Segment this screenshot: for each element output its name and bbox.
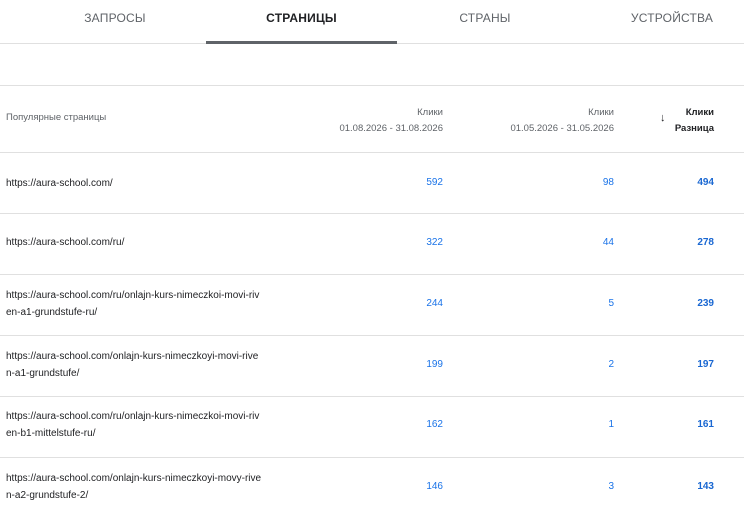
column-header-clicks-current[interactable]: Клики 01.08.2026 - 31.08.2026 — [320, 105, 443, 137]
row-clicks-current: 244 — [426, 298, 443, 309]
column-header-clicks-previous[interactable]: Клики 01.05.2026 - 31.05.2026 — [490, 105, 614, 137]
column-header-clicks-previous-range: 01.05.2026 - 31.05.2026 — [510, 123, 614, 134]
column-header-clicks-diff[interactable]: Клики Разница — [672, 105, 714, 137]
row-clicks-previous: 44 — [602, 237, 614, 248]
column-header-diff-label: Клики — [685, 107, 714, 118]
table-row[interactable]: https://aura-school.com/onlajn-kurs-nime… — [0, 458, 744, 512]
row-clicks-previous: 2 — [608, 359, 614, 370]
table-row[interactable]: https://aura-school.com/ru/ 322 44 278 — [0, 214, 744, 275]
row-url[interactable]: https://aura-school.com/ru/onlajn-kurs-n… — [6, 287, 276, 321]
row-clicks-current: 592 — [426, 177, 443, 188]
tab-devices[interactable]: УСТРОЙСТВА — [600, 0, 744, 44]
row-clicks-current: 162 — [426, 419, 443, 430]
active-tab-indicator — [206, 41, 397, 44]
row-clicks-current: 199 — [426, 359, 443, 370]
row-clicks-diff: 494 — [697, 177, 714, 188]
tab-pages[interactable]: СТРАНИЦЫ — [206, 0, 397, 44]
row-clicks-previous: 1 — [608, 419, 614, 430]
row-clicks-diff: 278 — [697, 237, 714, 248]
tab-queries[interactable]: ЗАПРОСЫ — [40, 0, 190, 44]
row-clicks-diff: 161 — [697, 419, 714, 430]
row-clicks-current: 146 — [426, 481, 443, 492]
table-row[interactable]: https://aura-school.com/ru/onlajn-kurs-n… — [0, 397, 744, 458]
row-clicks-diff: 197 — [697, 359, 714, 370]
row-url[interactable]: https://aura-school.com/ru/ — [6, 234, 276, 251]
tab-countries[interactable]: СТРАНЫ — [410, 0, 560, 44]
column-header-clicks-current-label: Клики — [417, 107, 443, 118]
row-clicks-diff: 239 — [697, 298, 714, 309]
table-row[interactable]: https://aura-school.com/ru/onlajn-kurs-n… — [0, 275, 744, 336]
arrow-down-icon: ↓ — [660, 112, 666, 124]
column-header-diff-sub: Разница — [674, 123, 714, 134]
column-header-page[interactable]: Популярные страницы — [6, 112, 106, 123]
row-url[interactable]: https://aura-school.com/ — [6, 175, 276, 192]
row-url[interactable]: https://aura-school.com/onlajn-kurs-nime… — [6, 348, 276, 382]
row-url[interactable]: https://aura-school.com/ru/onlajn-kurs-n… — [6, 408, 276, 442]
row-url[interactable]: https://aura-school.com/onlajn-kurs-nime… — [6, 470, 276, 504]
row-clicks-previous: 3 — [608, 481, 614, 492]
table-row[interactable]: https://aura-school.com/ 592 98 494 — [0, 153, 744, 214]
row-clicks-previous: 98 — [602, 177, 614, 188]
column-header-clicks-previous-label: Клики — [588, 107, 614, 118]
row-clicks-previous: 5 — [608, 298, 614, 309]
column-header-clicks-current-range: 01.08.2026 - 31.08.2026 — [339, 123, 443, 134]
table-header: Популярные страницы Клики 01.08.2026 - 3… — [0, 85, 744, 153]
row-clicks-diff: 143 — [697, 481, 714, 492]
report-tabs: ЗАПРОСЫ СТРАНИЦЫ СТРАНЫ УСТРОЙСТВА — [0, 0, 744, 44]
table-row[interactable]: https://aura-school.com/onlajn-kurs-nime… — [0, 336, 744, 397]
row-clicks-current: 322 — [426, 237, 443, 248]
